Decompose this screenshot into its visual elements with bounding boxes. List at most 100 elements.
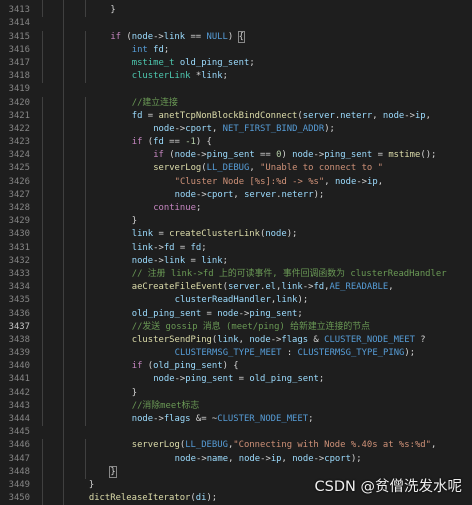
- code-token: if: [110, 31, 121, 42]
- indent-guide: [63, 373, 65, 387]
- code-line[interactable]: 3428 continue;: [0, 202, 472, 216]
- code-token: if: [131, 137, 143, 148]
- code-token: }: [88, 479, 95, 490]
- code-line[interactable]: 3429}: [0, 215, 472, 229]
- code-line[interactable]: 3417 mstime_t old_ping_sent;: [0, 56, 472, 71]
- code-line[interactable]: 3445: [0, 426, 472, 440]
- indent-guide: [63, 175, 65, 189]
- code-token: link: [201, 71, 223, 82]
- code-token: ,: [425, 110, 431, 121]
- code-line[interactable]: 3415 if (node->link == NULL) {: [0, 30, 472, 44]
- indent-guide: [63, 56, 65, 71]
- indent-guide: [42, 30, 43, 44]
- code-line[interactable]: 3434 aeCreateFileEvent(server.el,link->fd…: [0, 281, 472, 295]
- indent-guide: [42, 228, 43, 242]
- line-number: 3438: [8, 334, 30, 345]
- code-token: -1: [185, 137, 196, 148]
- code-line[interactable]: 3425 serverLog(LL_DEBUG, "Unable to conne…: [0, 162, 472, 176]
- code-text: aeCreateFileEvent(server.el,link->fd,AE_…: [132, 281, 394, 294]
- code-line[interactable]: 3426 "Cluster Node [%s]:%d -> %s", node->…: [0, 175, 472, 189]
- code-token: NET_FIRST_BIND_ADDR: [222, 123, 325, 134]
- code-line[interactable]: 3431 link->fd = fd;: [0, 241, 472, 255]
- code-line[interactable]: 3447 node->name, node->ip, node->cport);: [0, 452, 472, 466]
- code-line[interactable]: 3442}: [0, 386, 472, 400]
- code-token: node: [131, 255, 154, 266]
- code-token: );: [350, 453, 362, 464]
- indent-guide: [63, 439, 65, 453]
- code-token: ,: [281, 453, 293, 464]
- indent-guide: [63, 149, 65, 163]
- bracket-match-highlight: {: [237, 30, 245, 43]
- code-token: ;: [297, 308, 303, 319]
- code-line[interactable]: 3419: [0, 83, 472, 97]
- code-token: name: [206, 453, 229, 464]
- line-number: 3416: [8, 44, 30, 55]
- code-line[interactable]: 3421 fd = anetTcpNonBlockBindConnect(serv…: [0, 109, 472, 123]
- code-token: link: [201, 255, 223, 266]
- indent-guide: [42, 347, 43, 361]
- indent-guide: [42, 373, 43, 387]
- code-token: ->: [153, 255, 164, 266]
- indent-guide: [63, 30, 65, 44]
- code-line[interactable]: 3437 //发送 gossip 消息 (meet/ping) 给新建立连接的节点: [0, 320, 472, 334]
- indent-guide: [42, 320, 43, 334]
- code-token: mstime_t: [131, 57, 175, 68]
- code-token: =: [201, 308, 218, 319]
- code-token: continue: [153, 203, 196, 213]
- code-token: fd: [153, 137, 164, 148]
- code-token: old_ping_sent: [153, 361, 223, 372]
- code-line[interactable]: 3435 clusterReadHandler,link);: [0, 294, 472, 308]
- code-token: ;: [308, 414, 314, 424]
- code-line[interactable]: 3433 // 注册 link->fd 上的可读事件, 事件回调函数为 clust…: [0, 267, 472, 282]
- indent-guide: [63, 399, 65, 413]
- code-line[interactable]: 3441 node->ping_sent = old_ping_sent;: [0, 373, 472, 387]
- code-line[interactable]: 3427 node->cport, server.neterr);: [0, 188, 472, 202]
- code-token: continue: [132, 0, 175, 2]
- code-line[interactable]: 3443 //消除meet标志: [0, 399, 472, 413]
- code-line[interactable]: 3420 //建立连接: [0, 96, 472, 110]
- code-line[interactable]: 3438 clusterSendPing(link, node->flags & …: [0, 333, 472, 348]
- code-text: }: [109, 465, 117, 479]
- code-token: }: [131, 387, 138, 398]
- code-text: node->name, node->ip, node->cport);: [175, 453, 362, 466]
- code-line[interactable]: 3422 node->cport, NET_FIRST_BIND_ADDR);: [0, 122, 472, 137]
- code-line[interactable]: 3444 node->flags &= ~CLUSTER_NODE_MEET;: [0, 413, 472, 427]
- code-line[interactable]: 3432 node->link = link;: [0, 254, 472, 268]
- line-number: 3413: [8, 5, 30, 16]
- code-token: ==: [163, 137, 186, 148]
- code-line[interactable]: 3413}: [0, 4, 472, 18]
- code-line[interactable]: 3424 if (node->ping_sent == 0) node->ping…: [0, 149, 472, 163]
- code-line[interactable]: 3416 int fd;: [0, 43, 472, 57]
- code-token: CLUSTERMSG_TYPE_PING: [297, 348, 405, 359]
- code-text: "Cluster Node [%s]:%d -> %s", node->ip,: [175, 176, 383, 189]
- code-text: clusterSendPing(link, node->flags & CLUS…: [132, 334, 426, 347]
- code-line[interactable]: 3423 if (fd == -1) {: [0, 136, 472, 150]
- indent-guide: [42, 162, 43, 176]
- code-token: clusterSendPing: [131, 334, 212, 345]
- line-number: 3420: [8, 97, 30, 108]
- code-line[interactable]: 3436 old_ping_sent = node->ping_sent;: [0, 307, 472, 321]
- code-token: ->: [195, 150, 207, 161]
- code-token: node: [174, 150, 196, 161]
- code-token: ,: [238, 334, 250, 345]
- code-line[interactable]: 3430 link = createClusterLink(node);: [0, 228, 472, 242]
- code-token: ping_sent: [206, 150, 255, 161]
- code-line[interactable]: 3414: [0, 17, 472, 31]
- code-line[interactable]: 3439 CLUSTERMSG_TYPE_MEET : CLUSTERMSG_TY…: [0, 347, 472, 361]
- code-text: //消除meet标志: [132, 400, 200, 413]
- code-line[interactable]: 3440 if (old_ping_sent) {: [0, 360, 472, 374]
- code-token: server: [244, 189, 277, 200]
- code-line[interactable]: 3418 clusterLink *link;: [0, 70, 472, 84]
- code-token: *: [190, 71, 202, 82]
- indent-guide: [42, 360, 43, 374]
- indent-guide: [84, 30, 86, 44]
- code-token: flags: [281, 334, 309, 345]
- indent-guide: [84, 360, 86, 374]
- code-token: ->: [153, 31, 164, 42]
- code-token: anetTcpNonBlockBindConnect: [158, 110, 298, 121]
- code-token: =: [372, 150, 389, 161]
- code-token: ,: [228, 453, 239, 464]
- code-token: cport: [206, 189, 234, 200]
- code-editor[interactable]: 3412continue;3413}34143415if (node->link…: [0, 0, 472, 505]
- code-line[interactable]: 3446 serverLog(LL_DEBUG,"Connecting with …: [0, 439, 472, 453]
